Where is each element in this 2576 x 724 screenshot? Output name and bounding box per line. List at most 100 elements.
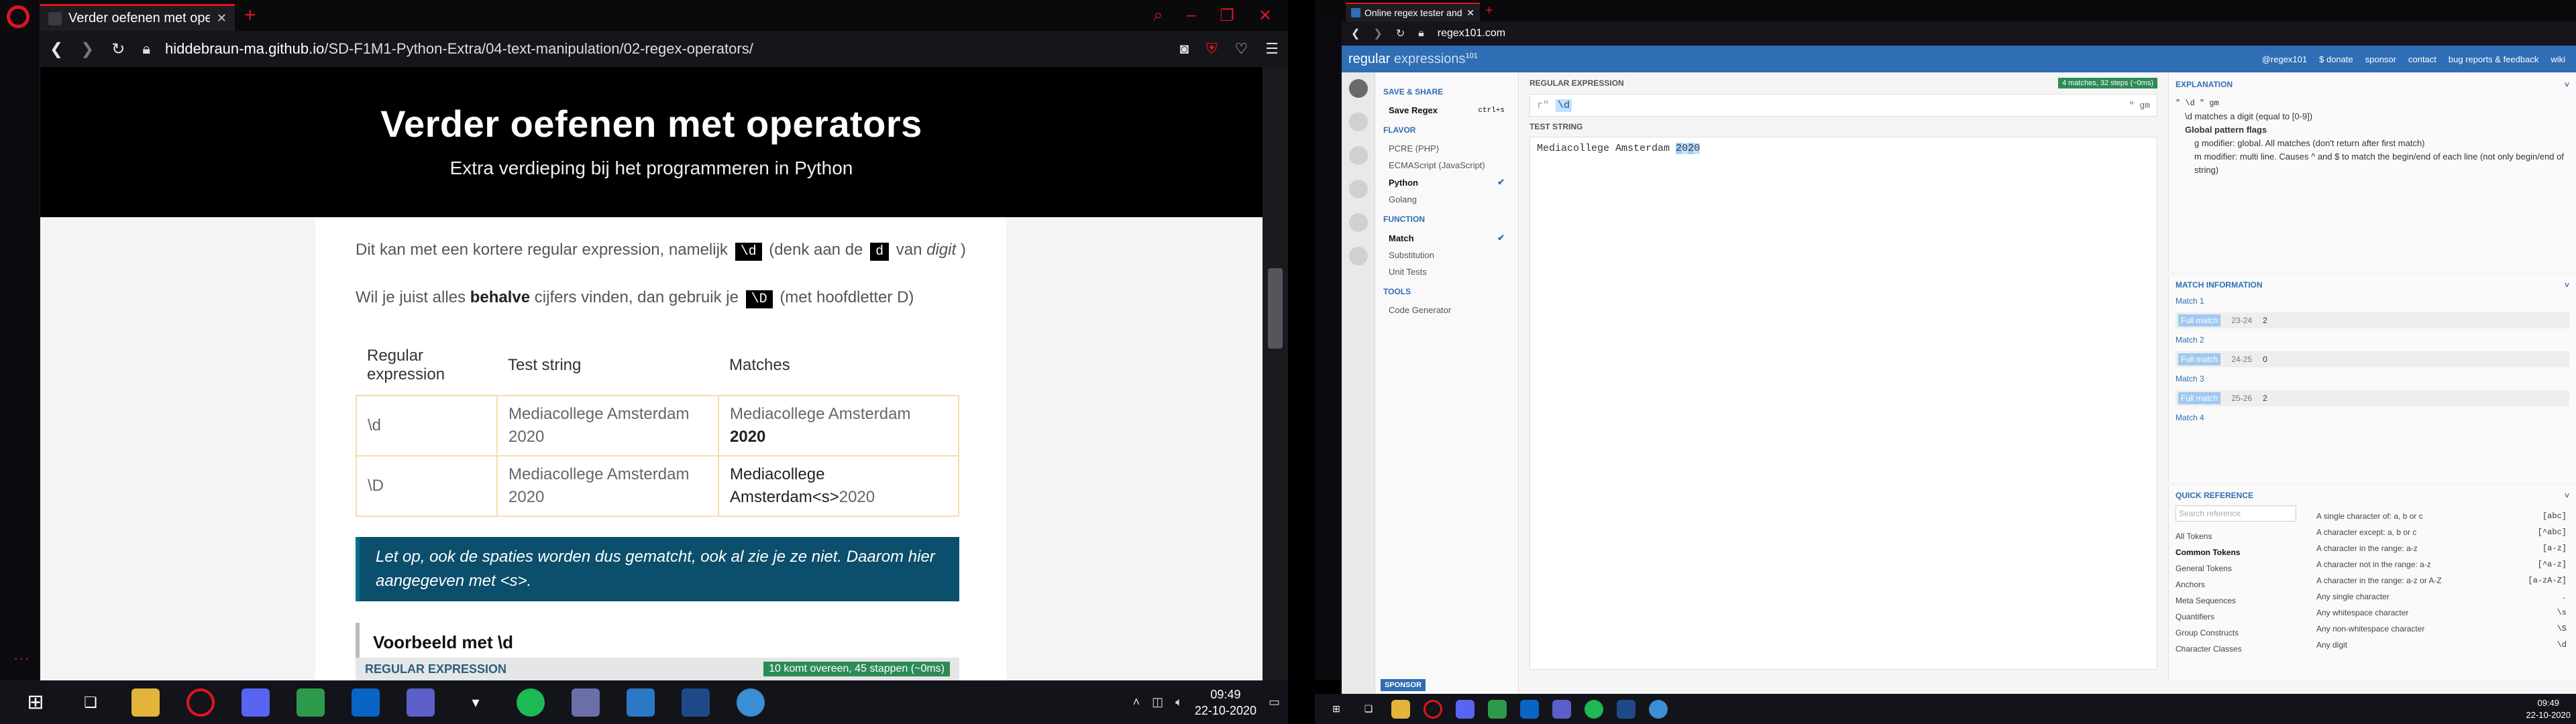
- forward-icon[interactable]: ❯: [1373, 27, 1382, 40]
- regex-editor-icon[interactable]: [1348, 79, 1368, 98]
- category-item[interactable]: Group Constructs: [2176, 625, 2303, 641]
- scrollbar-thumb[interactable]: [1268, 268, 1283, 349]
- chat-icon[interactable]: [1348, 247, 1368, 265]
- reference-row[interactable]: Any single character.: [2316, 589, 2567, 605]
- test-string-input[interactable]: Mediacollege Amsterdam 2020: [1529, 137, 2157, 670]
- close-window-icon[interactable]: ✕: [1258, 6, 1272, 25]
- reference-row[interactable]: Any whitespace character \s: [2316, 605, 2567, 621]
- reload-icon[interactable]: ↻: [1396, 27, 1405, 40]
- match-row[interactable]: Full match 25-26 2: [2176, 390, 2569, 406]
- tab-regex101[interactable]: Online regex tester and debugger ✕: [1346, 3, 1480, 21]
- spotify-icon[interactable]: [517, 688, 545, 717]
- reference-row[interactable]: A character in the range: a-z or A-Z [a-z…: [2316, 572, 2567, 589]
- shield-icon[interactable]: ⛨: [1206, 40, 1218, 58]
- clock[interactable]: 09:49 22-10-2020: [2526, 697, 2571, 721]
- category-item[interactable]: Meta Sequences: [2176, 593, 2303, 609]
- link-contact[interactable]: contact: [2408, 54, 2436, 64]
- code-generator-button[interactable]: Code Generator: [1383, 302, 1510, 318]
- link-bug-reports[interactable]: bug reports & feedback: [2449, 54, 2538, 64]
- account-icon[interactable]: [1348, 146, 1368, 165]
- link-donate[interactable]: $ donate: [2319, 54, 2353, 64]
- discord-icon[interactable]: [1456, 699, 1474, 719]
- notepad-icon[interactable]: [297, 688, 325, 717]
- app-icon[interactable]: [572, 688, 600, 717]
- outlook-icon[interactable]: [352, 688, 380, 717]
- chevron-down-icon[interactable]: ˅: [2565, 78, 2569, 91]
- settings-icon[interactable]: ☰: [1265, 40, 1279, 58]
- teams-icon[interactable]: [407, 688, 435, 717]
- settings-icon[interactable]: [1348, 213, 1368, 232]
- teams-icon[interactable]: [1552, 699, 1571, 719]
- function-match[interactable]: Match ✔: [1383, 229, 1510, 247]
- new-tab-icon[interactable]: +: [244, 4, 256, 27]
- opera-taskbar-icon[interactable]: [1424, 699, 1442, 719]
- file-explorer-icon[interactable]: [131, 688, 160, 717]
- wolf-icon[interactable]: ▾: [462, 688, 490, 717]
- url-field[interactable]: regex101.com: [1438, 27, 1505, 40]
- clock[interactable]: 09:49 22-10-2020: [1195, 686, 1256, 719]
- link-twitter[interactable]: @regex101: [2262, 54, 2307, 64]
- vscode-icon[interactable]: [737, 688, 765, 717]
- back-icon[interactable]: ❮: [1351, 27, 1360, 40]
- powershell-icon[interactable]: [1617, 699, 1635, 719]
- url-field[interactable]: 🔒︎ hiddebraun-ma.github.io/SD-F1M1-Pytho…: [142, 40, 1162, 58]
- chevron-down-icon[interactable]: ˅: [2565, 280, 2569, 290]
- task-view-icon[interactable]: ❏: [76, 688, 105, 717]
- discord-icon[interactable]: [241, 688, 270, 717]
- category-item[interactable]: General Tokens: [2176, 560, 2303, 577]
- restore-icon[interactable]: ❐: [1220, 6, 1234, 25]
- forward-icon[interactable]: ❯: [80, 40, 94, 59]
- sponsor-badge[interactable]: SPONSOR: [1381, 679, 1426, 691]
- regex-flags[interactable]: " gm: [2129, 101, 2150, 111]
- vscode-icon[interactable]: [1649, 699, 1668, 719]
- spotify-icon[interactable]: [1585, 699, 1603, 719]
- more-icon[interactable]: ···: [13, 650, 30, 667]
- back-icon[interactable]: ❮: [50, 40, 63, 59]
- category-item[interactable]: All Tokens: [2176, 528, 2303, 544]
- malwarebytes-icon[interactable]: [627, 688, 655, 717]
- chevron-down-icon[interactable]: ˅: [2565, 491, 2569, 500]
- windows-start-icon[interactable]: ⊞: [21, 688, 50, 717]
- save-regex-button[interactable]: Save Regex ctrl+s: [1383, 102, 1510, 119]
- reference-row[interactable]: A character not in the range: a-z [^a-z]: [2316, 556, 2567, 572]
- regex101-logo[interactable]: regular expressions101: [1348, 52, 1478, 67]
- flavor-pcre[interactable]: PCRE (PHP): [1383, 140, 1510, 157]
- reference-row[interactable]: Any non-whitespace character \S: [2316, 621, 2567, 637]
- match-row[interactable]: Full match 23-24 2: [2176, 312, 2569, 328]
- close-tab-icon[interactable]: ✕: [217, 11, 227, 25]
- reload-icon[interactable]: ↻: [111, 40, 125, 59]
- camera-icon[interactable]: ◙: [1180, 40, 1189, 58]
- notepad-icon[interactable]: [1488, 699, 1507, 719]
- category-item[interactable]: Quantifiers: [2176, 609, 2303, 625]
- flavor-golang[interactable]: Golang: [1383, 191, 1510, 208]
- reference-row[interactable]: A character in the range: a-z [a-z]: [2316, 540, 2567, 556]
- powershell-icon[interactable]: [682, 688, 710, 717]
- new-tab-icon[interactable]: +: [1485, 3, 1493, 19]
- chevron-up-icon[interactable]: ˄: [1133, 695, 1140, 709]
- category-item[interactable]: Anchors: [2176, 577, 2303, 593]
- reference-row[interactable]: A single character of: a, b or c [abc]: [2316, 508, 2567, 524]
- link-wiki[interactable]: wiki: [2551, 54, 2565, 64]
- function-substitution[interactable]: Substitution: [1383, 247, 1510, 263]
- reference-row[interactable]: Any digit \d: [2316, 637, 2567, 653]
- notifications-icon[interactable]: ▭: [1269, 695, 1280, 709]
- category-item[interactable]: Character Classes: [2176, 641, 2303, 657]
- category-item[interactable]: Common Tokens: [2176, 544, 2303, 560]
- windows-start-icon[interactable]: ⊞: [1327, 700, 1346, 719]
- outlook-icon[interactable]: [1520, 699, 1539, 719]
- function-unit-tests[interactable]: Unit Tests: [1383, 263, 1510, 280]
- task-view-icon[interactable]: ❏: [1359, 700, 1378, 719]
- search-tabs-icon[interactable]: ⌕: [1154, 6, 1163, 25]
- match-row[interactable]: Full match 24-25 0: [2176, 351, 2569, 367]
- flavor-python[interactable]: Python ✔: [1383, 174, 1510, 191]
- minimize-icon[interactable]: –: [1187, 6, 1195, 25]
- library-icon[interactable]: [1348, 113, 1368, 131]
- heart-icon[interactable]: ♡: [1235, 40, 1248, 58]
- link-sponsor[interactable]: sponsor: [2365, 54, 2396, 64]
- opera-logo-icon[interactable]: [7, 5, 30, 28]
- opera-taskbar-icon[interactable]: [186, 688, 215, 717]
- reference-search-input[interactable]: Search reference: [2176, 505, 2296, 522]
- tab-regex-operators[interactable]: Verder oefenen met operators ✕: [40, 4, 235, 31]
- flavor-ecmascript[interactable]: ECMAScript (JavaScript): [1383, 157, 1510, 174]
- reference-row[interactable]: A character except: a, b or c [^abc]: [2316, 524, 2567, 540]
